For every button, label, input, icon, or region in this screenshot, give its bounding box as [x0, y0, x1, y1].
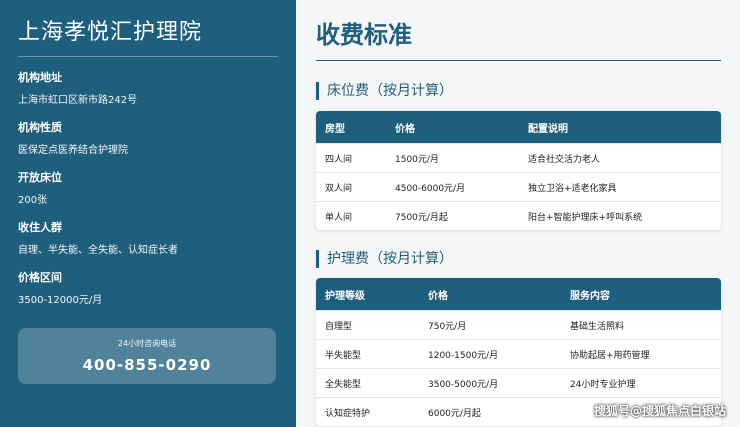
hotline-label: 24小时咨询电话: [117, 339, 177, 348]
table-cell: 全失能型: [325, 379, 362, 390]
info-label: 机构性质: [18, 121, 62, 134]
main-content: 收费标准 床位费（按月计算） 房型 价格 配置说明 四人间 1500元/月 适合…: [296, 0, 740, 427]
table-row: 自理型 750元/月 基础生活照料: [316, 310, 721, 339]
table-cell: 基础生活照料: [570, 321, 625, 332]
table-cell: 7500元/月起: [395, 212, 448, 223]
table-cell: 750元/月: [428, 321, 467, 332]
table-header: 房型 价格 配置说明: [316, 111, 721, 143]
info-label: 机构地址: [18, 71, 62, 84]
column-header: 价格: [395, 123, 415, 135]
column-header: 服务内容: [570, 290, 610, 302]
table-cell: 自理型: [325, 321, 353, 332]
sidebar: 上海孝悦汇护理院 机构地址 上海市虹口区新市路242号 机构性质 医保定点医养结…: [0, 0, 296, 427]
table-cell: 协助起居+用药管理: [570, 350, 650, 361]
table-row: 单人间 7500元/月起 阳台+智能护理床+呼叫系统: [316, 201, 721, 230]
table-cell: 四人间: [325, 154, 353, 165]
info-nature: 机构性质 医保定点医养结合护理院: [18, 121, 278, 157]
info-price-range: 价格区间 3500-12000元/月: [18, 271, 278, 307]
table-cell: 适合社交活力老人: [528, 154, 601, 165]
info-value: 上海市虹口区新市路242号: [18, 95, 138, 106]
info-value: 医保定点医养结合护理院: [18, 145, 128, 156]
table-header: 护理等级 价格 服务内容: [316, 278, 721, 310]
table-cell: 24小时专业护理: [570, 379, 636, 390]
table-cell: 单人间: [325, 212, 353, 223]
column-header: 房型: [325, 123, 345, 135]
info-value: 3500-12000元/月: [18, 295, 103, 306]
table-cell: 1200-1500元/月: [428, 350, 499, 361]
table-cell: 认知症特护: [325, 408, 371, 419]
table-cell: 独立卫浴+适老化家具: [528, 183, 617, 194]
table-row: 全失能型 3500-5000元/月 24小时专业护理: [316, 368, 721, 397]
table-row: 四人间 1500元/月 适合社交活力老人: [316, 143, 721, 172]
info-value: 200张: [18, 195, 48, 206]
bed-section-heading: 床位费（按月计算）: [316, 82, 721, 100]
site-title: 上海孝悦汇护理院: [18, 0, 278, 57]
info-label: 价格区间: [18, 271, 62, 284]
table-cell: 3500-5000元/月: [428, 379, 499, 390]
info-residents: 收住人群 自理、半失能、全失能、认知症长者: [18, 221, 278, 257]
table-row: 半失能型 1200-1500元/月 协助起居+用药管理: [316, 339, 721, 368]
table-cell: 阳台+智能护理床+呼叫系统: [528, 212, 643, 223]
bed-fee-table: 房型 价格 配置说明 四人间 1500元/月 适合社交活力老人 双人间 4500…: [316, 111, 721, 230]
table-cell: 半失能型: [325, 350, 362, 361]
info-beds: 开放床位 200张: [18, 171, 278, 207]
column-header: 配置说明: [528, 123, 568, 135]
table-cell: 双人间: [325, 183, 353, 194]
watermark: 搜狐号@搜狐焦点白银站: [593, 404, 726, 418]
info-value: 自理、半失能、全失能、认知症长者: [18, 245, 178, 256]
care-section-heading: 护理费（按月计算）: [316, 250, 721, 268]
table-cell: 4500-6000元/月: [395, 183, 466, 194]
page-title: 收费标准: [316, 0, 721, 61]
table-row: 双人间 4500-6000元/月 独立卫浴+适老化家具: [316, 172, 721, 201]
table-cell: 1500元/月: [395, 154, 439, 165]
column-header: 护理等级: [325, 290, 365, 302]
info-address: 机构地址 上海市虹口区新市路242号: [18, 71, 278, 107]
table-cell: 6000元/月起: [428, 408, 481, 419]
hotline-number[interactable]: 400-855-0290: [18, 356, 276, 374]
hotline-box: 24小时咨询电话 400-855-0290: [18, 328, 276, 384]
info-label: 开放床位: [18, 171, 62, 184]
info-label: 收住人群: [18, 221, 62, 234]
column-header: 价格: [428, 290, 448, 302]
